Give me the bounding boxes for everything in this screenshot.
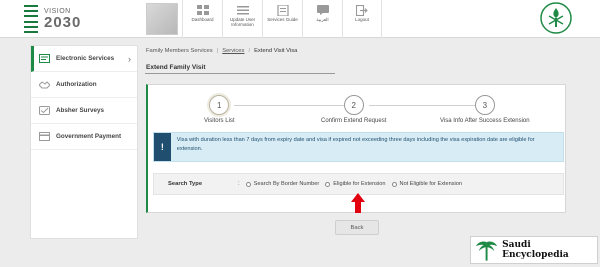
nav-language[interactable]: العربية: [302, 0, 342, 38]
breadcrumb-separator: |: [216, 48, 219, 54]
watermark-text: Saudi Encyclopedia: [502, 240, 569, 260]
radio-button[interactable]: [245, 181, 251, 187]
search-type-colon: :: [238, 181, 240, 187]
search-type-label: Search Type: [168, 181, 203, 187]
search-type-row: Search Type : Search By Border Number El…: [153, 173, 564, 195]
user-photo: [146, 3, 178, 35]
wizard-steps: 1 Visitors List 2 Confirm Extend Request…: [148, 95, 565, 129]
sidebar-item-label: Electronic Services: [56, 55, 115, 62]
services-guide-icon: [276, 4, 290, 16]
breadcrumb: Family Members Services | Services / Ext…: [146, 48, 297, 54]
sidebar-item-label: Authorization: [56, 81, 97, 88]
step-number: 1: [209, 95, 230, 115]
top-nav: Dashboard Update User Information Servic…: [182, 0, 382, 38]
search-type-radio-group: Search By Border Number Eligible for Ext…: [245, 181, 468, 187]
step-label: Visa Info After Success Extension: [440, 118, 530, 124]
dashboard-icon: [196, 4, 210, 16]
nav-services-guide[interactable]: Services Guide: [262, 0, 302, 38]
ministry-emblem-icon: [540, 2, 572, 34]
saudi-encyclopedia-watermark: Saudi Encyclopedia: [470, 236, 598, 264]
nav-dashboard[interactable]: Dashboard: [182, 0, 222, 38]
sidebar-item-authorization[interactable]: Authorization: [31, 72, 137, 98]
logout-icon: [355, 4, 369, 16]
sidebar-item-label: Absher Surveys: [56, 107, 104, 114]
radio-label: Not Eligible for Extension: [399, 181, 463, 187]
sidebar-item-government-payment[interactable]: Government Payment: [31, 124, 137, 150]
alert-icon: !: [154, 133, 171, 161]
back-button[interactable]: Back: [335, 220, 379, 235]
electronic-services-icon: [39, 54, 50, 63]
authorization-icon: [39, 80, 50, 89]
sidebar-item-absher-surveys[interactable]: Absher Surveys: [31, 98, 137, 124]
breadcrumb-services-link[interactable]: Services: [222, 48, 244, 54]
breadcrumb-root[interactable]: Family Members Services: [146, 48, 213, 54]
red-arrow-up-icon: [351, 193, 365, 213]
breadcrumb-separator: /: [248, 48, 251, 54]
chevron-right-icon: ›: [128, 54, 131, 64]
nav-update-user-information[interactable]: Update User Information: [222, 0, 262, 38]
step-label: Visitors List: [204, 118, 235, 124]
nav-update-user-information-label: Update User Information: [229, 17, 256, 27]
step-visitors-list: 1 Visitors List: [204, 95, 235, 124]
info-alert: ! Visa with duration less than 7 days fr…: [153, 132, 564, 162]
radio-button[interactable]: [325, 181, 331, 187]
vision-year: 2030: [44, 13, 82, 31]
radio-not-eligible-for-extension[interactable]: Not Eligible for Extension: [391, 181, 463, 187]
radio-button[interactable]: [391, 181, 397, 187]
title-underline: [145, 73, 335, 74]
sidebar-item-electronic-services[interactable]: Electronic Services ›: [31, 46, 137, 72]
step-visa-info: 3 Visa Info After Success Extension: [440, 95, 530, 124]
user-info-icon: [236, 4, 250, 16]
nav-logout[interactable]: Logout: [342, 0, 382, 38]
radio-eligible-for-extension[interactable]: Eligible for Extension: [325, 181, 386, 187]
sidebar-item-label: Government Payment: [56, 133, 122, 140]
payment-icon: [39, 132, 50, 141]
alert-message: Visa with duration less than 7 days from…: [176, 137, 535, 152]
nav-logout-label: Logout: [355, 17, 369, 22]
palm-tree-logo-icon: [475, 241, 498, 261]
sidebar: Electronic Services › Authorization Absh…: [30, 45, 138, 239]
nav-services-guide-label: Services Guide: [267, 17, 298, 22]
language-icon: [316, 4, 330, 16]
nav-language-label: العربية: [316, 17, 329, 22]
brand-stripes-icon: [24, 5, 38, 33]
step-number: 2: [343, 95, 364, 115]
radio-search-by-border-number[interactable]: Search By Border Number: [245, 181, 320, 187]
surveys-icon: [39, 106, 50, 115]
step-number: 3: [474, 95, 495, 115]
page-title: Extend Family Visit: [146, 64, 206, 71]
step-confirm-extend-request: 2 Confirm Extend Request: [321, 95, 386, 124]
top-header: VISION 2030 Dashboard Update User Inform…: [0, 0, 600, 38]
radio-label: Eligible for Extension: [333, 181, 386, 187]
radio-label: Search By Border Number: [253, 181, 320, 187]
nav-dashboard-label: Dashboard: [191, 17, 214, 22]
breadcrumb-current: Extend Visit Visa: [254, 48, 298, 54]
step-label: Confirm Extend Request: [321, 118, 387, 124]
vision-2030-logo: VISION 2030: [24, 2, 81, 36]
